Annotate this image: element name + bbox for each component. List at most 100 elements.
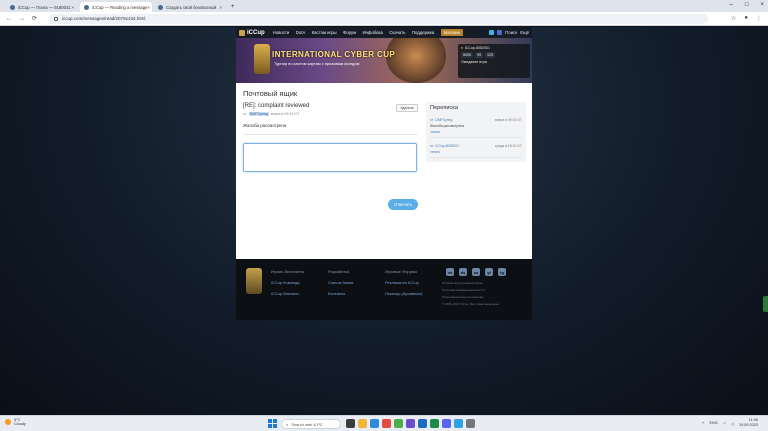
conversation-text: Жалоба рассмотрена: [430, 124, 465, 128]
chevron-up-icon[interactable]: ˄: [702, 421, 704, 425]
wifi-icon[interactable]: ◠: [723, 421, 726, 426]
conversation-item[interactable]: от: DMFSpring вчера в 09:03 GT Жалоба рас…: [430, 116, 522, 138]
main-content: Почтовый ящик [RE]: complaint reviewed У…: [236, 83, 532, 259]
delete-button[interactable]: Удалить: [396, 104, 418, 112]
url-field[interactable]: iccup.com/messages/read/20791434.html: [48, 13, 709, 24]
forward-icon[interactable]: →: [19, 16, 25, 22]
volume-icon[interactable]: ◁: [731, 421, 734, 426]
username[interactable]: iCCup-8052001: [465, 46, 490, 50]
legal-link[interactable]: Условия использования iCCup: [442, 281, 500, 285]
maximize-icon[interactable]: □: [745, 2, 749, 8]
edge-icon[interactable]: [370, 419, 379, 428]
browser-tab-active[interactable]: iCCup — Reading a message ×: [80, 2, 152, 12]
user-menu[interactable]: Ещё: [520, 30, 529, 35]
site-logo[interactable]: iCCup: [239, 29, 265, 36]
youtube-icon[interactable]: yt: [485, 268, 493, 276]
nav-forum[interactable]: Форум: [343, 30, 356, 35]
banner-title: INTERNATIONAL CYBER CUP: [272, 50, 396, 59]
chrome-icon[interactable]: [394, 419, 403, 428]
conversation-from[interactable]: от: DMFSpring: [430, 118, 452, 122]
app-icon[interactable]: [406, 419, 415, 428]
rank-icon: ♦: [461, 46, 463, 50]
conversation-item[interactable]: от: iCCup-8052001 среда в 15:10 GT читать: [430, 142, 522, 158]
message-meta: от DMFSpring вчера в 09:03 GT: [243, 112, 418, 116]
tab-title: Создать свой безопасный: [166, 4, 217, 10]
mail-icon[interactable]: [497, 30, 503, 35]
nav-download[interactable]: Скачать: [389, 30, 405, 35]
footer-col-1: Играть бесплатно iCCup Команда iCCup Маг…: [271, 269, 304, 296]
legal-link[interactable]: Политика конфиденциальности: [442, 288, 500, 292]
reload-icon[interactable]: ⟳: [32, 15, 37, 22]
windows-start-icon[interactable]: [268, 419, 277, 428]
app-icon[interactable]: [382, 419, 391, 428]
taskbar-search[interactable]: ⌕ Search web & PC: [281, 419, 341, 429]
footer-link[interactable]: Играть бесплатно: [271, 269, 304, 274]
footer-link[interactable]: Список банов: [328, 280, 353, 285]
read-link[interactable]: читать: [430, 150, 522, 154]
taskbar-apps: [346, 419, 475, 428]
nav-dota[interactable]: DotA: [296, 30, 306, 35]
tab-title: iCCup — Reading a message: [92, 4, 148, 10]
side-widget[interactable]: [763, 296, 768, 312]
stat-value: 99: [475, 52, 483, 58]
discord-icon[interactable]: [442, 419, 451, 428]
excel-icon[interactable]: [430, 419, 439, 428]
discord-icon[interactable]: ds: [459, 268, 467, 276]
favicon-icon: [10, 4, 15, 10]
window-controls: – □ ×: [730, 2, 764, 8]
notification-icon[interactable]: [489, 30, 495, 35]
conversation-from[interactable]: от: iCCup-8052001: [430, 144, 459, 148]
message-subject: [RE]: complaint reviewed: [243, 103, 310, 109]
reply-textarea[interactable]: [243, 143, 417, 172]
footer-link[interactable]: iCCup Команда: [271, 280, 304, 285]
nav-news[interactable]: Новости: [273, 30, 290, 35]
search-link[interactable]: Поиск: [505, 30, 517, 35]
favicon-icon: [84, 4, 89, 10]
footer-link[interactable]: Разработка: [328, 269, 353, 274]
language-indicator[interactable]: ENG: [710, 421, 718, 425]
browser-tab[interactable]: Создать свой безопасный ×: [154, 2, 226, 12]
message-author[interactable]: DMFSpring: [248, 112, 269, 116]
read-link[interactable]: читать: [430, 130, 522, 134]
nav-support[interactable]: Поддержка: [412, 30, 434, 35]
footer-link[interactable]: Реклама на iCCup: [385, 280, 422, 285]
footer-link[interactable]: iCCup Магазин: [271, 291, 304, 296]
footer-link[interactable]: Игровые Форумы: [385, 269, 422, 274]
legal-link[interactable]: Пользовательское соглашение: [442, 295, 500, 299]
send-button[interactable]: Отвечать: [388, 199, 418, 210]
page-title: Почтовый ящик: [243, 89, 298, 98]
minimize-icon[interactable]: –: [730, 2, 733, 8]
telegram-icon[interactable]: [454, 419, 463, 428]
nav-custom[interactable]: Кастом игры: [312, 30, 337, 35]
footer-link[interactable]: Контакты: [328, 291, 353, 296]
stat-value: 125: [485, 52, 495, 58]
tab-bar: iCCup — Поиск — 9180041 × iCCup — Reading…: [0, 0, 768, 12]
file-explorer-icon[interactable]: [358, 419, 367, 428]
back-icon[interactable]: ←: [6, 16, 12, 22]
star-icon[interactable]: ☆: [731, 15, 736, 22]
twitch-icon[interactable]: tw: [472, 268, 480, 276]
settings-icon[interactable]: [466, 419, 475, 428]
footer-link[interactable]: Помощь (Архивная): [385, 291, 422, 296]
weather-widget[interactable]: 5°C Cloudy: [5, 418, 26, 426]
url-text: iccup.com/messages/read/20791434.html: [62, 16, 146, 21]
vk-icon[interactable]: vk: [446, 268, 454, 276]
nav-infobase[interactable]: Инфобаза: [362, 30, 382, 35]
close-tab-icon[interactable]: ×: [147, 5, 150, 10]
menu-icon[interactable]: ⋮: [756, 15, 762, 22]
footer-legal: Условия использования iCCup Политика кон…: [442, 281, 500, 306]
user-panel: ♦ iCCup-8052001 5000 99 125 Ожидание игры: [458, 44, 530, 78]
message-body: Жалоба рассмотрена: [243, 123, 418, 135]
profile-icon[interactable]: ●: [744, 15, 748, 22]
nav-shop[interactable]: Магазин: [440, 28, 464, 36]
clock[interactable]: 11:06 19.09.2023: [739, 418, 758, 428]
close-tab-icon[interactable]: ×: [219, 5, 222, 10]
site-header: iCCup Новости DotA Кастом игры Форум Инф…: [236, 27, 532, 38]
close-window-icon[interactable]: ×: [760, 2, 764, 8]
task-view-icon[interactable]: [346, 419, 355, 428]
telegram-icon[interactable]: tg: [498, 268, 506, 276]
close-tab-icon[interactable]: ×: [71, 5, 74, 10]
browser-tab[interactable]: iCCup — Поиск — 9180041 ×: [6, 2, 78, 12]
word-icon[interactable]: [418, 419, 427, 428]
new-tab-button[interactable]: +: [231, 2, 235, 12]
